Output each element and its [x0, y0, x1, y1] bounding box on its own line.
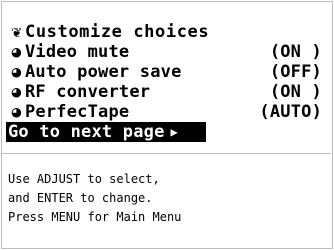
help-text: Use ADJUST to select, and ENTER to chang…: [8, 170, 181, 227]
radio-arrow-icon: ◕: [11, 82, 22, 101]
menu-item-value: (ON ): [269, 82, 322, 102]
menu-item-label: RF converter: [25, 82, 151, 102]
menu-item-rf-converter[interactable]: ◕ RF converter (ON ): [8, 82, 328, 102]
radio-arrow-icon: ◕: [11, 42, 22, 61]
menu-item-label: Auto power save: [25, 62, 182, 82]
next-page-button[interactable]: Go to next page ▶: [6, 122, 206, 142]
right-triangle-icon: ▶: [170, 125, 178, 139]
menu-item-value: (ON ): [269, 42, 322, 62]
help-line-2: and ENTER to change.: [8, 191, 153, 205]
help-line-1: Use ADJUST to select,: [8, 172, 160, 186]
gear-check-icon: ❦: [11, 22, 22, 41]
radio-arrow-icon: ◕: [11, 102, 22, 121]
customize-menu: ❦ Customize choices ◕ Video mute (ON ) ◕ Au…: [6, 22, 328, 142]
menu-item-value: (AUTO): [259, 102, 322, 122]
menu-item-label: PerfecTape: [25, 102, 130, 122]
next-page-label: Go to next page: [8, 122, 165, 142]
menu-title-label: Customize choices: [25, 22, 210, 42]
menu-item-value: (OFF): [269, 62, 322, 82]
menu-item-auto-power-save[interactable]: ◕ Auto power save (OFF): [8, 62, 328, 82]
divider: [1, 153, 331, 154]
menu-title: ❦ Customize choices: [8, 22, 328, 42]
menu-item-label: Video mute: [25, 42, 130, 62]
menu-item-video-mute[interactable]: ◕ Video mute (ON ): [8, 42, 328, 62]
menu-item-perfectape[interactable]: ◕ PerfecTape (AUTO): [8, 102, 328, 122]
radio-arrow-icon: ◕: [11, 62, 22, 81]
help-line-3: Press MENU for Main Menu: [8, 210, 182, 224]
